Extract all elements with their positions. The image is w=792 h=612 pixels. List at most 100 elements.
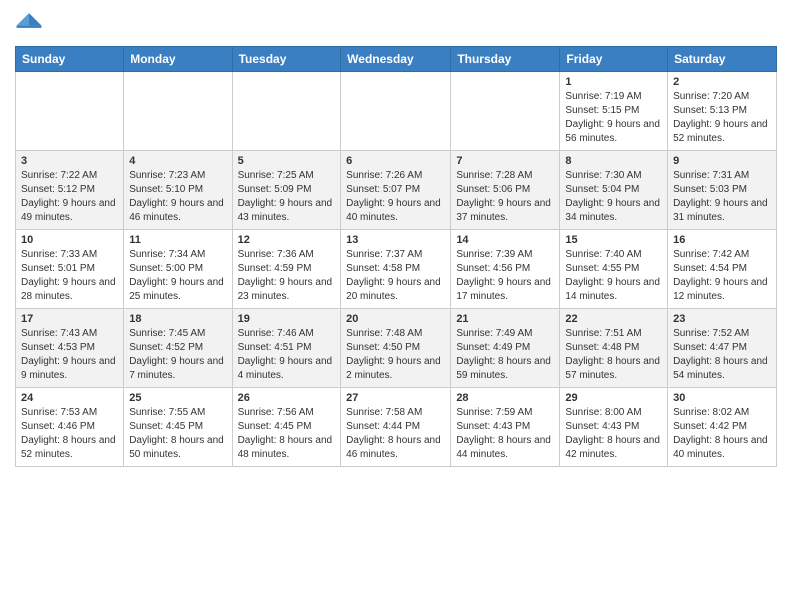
day-number: 2 [673,76,771,88]
day-number: 6 [346,155,445,167]
calendar-cell [16,72,124,151]
day-info: Sunrise: 7:46 AM Sunset: 4:51 PM Dayligh… [238,327,336,383]
calendar-cell: 8 Sunrise: 7:30 AM Sunset: 5:04 PM Daylig… [560,151,668,230]
day-info: Sunrise: 7:23 AM Sunset: 5:10 PM Dayligh… [129,169,226,225]
calendar-cell: 7 Sunrise: 7:28 AM Sunset: 5:06 PM Daylig… [451,151,560,230]
day-info: Sunrise: 7:59 AM Sunset: 4:43 PM Dayligh… [456,406,554,462]
logo-icon [15,10,43,38]
calendar-cell: 16 Sunrise: 7:42 AM Sunset: 4:54 PM Dayli… [668,230,777,309]
col-header-thursday: Thursday [451,47,560,72]
day-number: 7 [456,155,554,167]
calendar-cell: 21Sunrise: 7:49 AM Sunset: 4:49 PM Dayli… [451,309,560,388]
calendar-cell: 27 Sunrise: 7:58 AM Sunset: 4:44 PM Dayli… [341,388,451,467]
calendar-cell [124,72,232,151]
day-number: 18 [129,313,226,325]
col-header-saturday: Saturday [668,47,777,72]
calendar-cell: 30Sunrise: 8:02 AM Sunset: 4:42 PM Dayli… [668,388,777,467]
calendar-cell: 19 Sunrise: 7:46 AM Sunset: 4:51 PM Dayli… [232,309,341,388]
day-number: 26 [238,392,336,404]
day-number: 22 [565,313,662,325]
day-info: Sunrise: 7:19 AM Sunset: 5:15 PM Dayligh… [565,90,662,146]
day-info: Sunrise: 7:48 AM Sunset: 4:50 PM Dayligh… [346,327,445,383]
calendar-row-week-2: 3 Sunrise: 7:22 AM Sunset: 5:12 PM Daylig… [16,151,777,230]
day-info: Sunrise: 7:39 AM Sunset: 4:56 PM Dayligh… [456,248,554,304]
day-number: 10 [21,234,118,246]
day-info: Sunrise: 7:28 AM Sunset: 5:06 PM Dayligh… [456,169,554,225]
day-info: Sunrise: 7:25 AM Sunset: 5:09 PM Dayligh… [238,169,336,225]
col-header-monday: Monday [124,47,232,72]
day-info: Sunrise: 7:52 AM Sunset: 4:47 PM Dayligh… [673,327,771,383]
calendar-cell: 20 Sunrise: 7:48 AM Sunset: 4:50 PM Dayli… [341,309,451,388]
calendar-cell: 24 Sunrise: 7:53 AM Sunset: 4:46 PM Dayli… [16,388,124,467]
calendar-cell: 2 Sunrise: 7:20 AM Sunset: 5:13 PM Daylig… [668,72,777,151]
calendar-cell: 25Sunrise: 7:55 AM Sunset: 4:45 PM Dayli… [124,388,232,467]
day-info: Sunrise: 7:40 AM Sunset: 4:55 PM Dayligh… [565,248,662,304]
day-info: Sunrise: 7:36 AM Sunset: 4:59 PM Dayligh… [238,248,336,304]
calendar-row-week-5: 24 Sunrise: 7:53 AM Sunset: 4:46 PM Dayli… [16,388,777,467]
day-info: Sunrise: 8:00 AM Sunset: 4:43 PM Dayligh… [565,406,662,462]
day-number: 8 [565,155,662,167]
day-number: 28 [456,392,554,404]
day-number: 23 [673,313,771,325]
day-info: Sunrise: 7:51 AM Sunset: 4:48 PM Dayligh… [565,327,662,383]
day-number: 20 [346,313,445,325]
calendar-row-week-1: 1 Sunrise: 7:19 AM Sunset: 5:15 PM Daylig… [16,72,777,151]
day-number: 13 [346,234,445,246]
day-number: 27 [346,392,445,404]
calendar-cell: 23 Sunrise: 7:52 AM Sunset: 4:47 PM Dayli… [668,309,777,388]
day-info: Sunrise: 7:22 AM Sunset: 5:12 PM Dayligh… [21,169,118,225]
day-info: Sunrise: 7:43 AM Sunset: 4:53 PM Dayligh… [21,327,118,383]
calendar-cell: 6 Sunrise: 7:26 AM Sunset: 5:07 PM Daylig… [341,151,451,230]
day-number: 24 [21,392,118,404]
calendar-cell: 13Sunrise: 7:37 AM Sunset: 4:58 PM Dayli… [341,230,451,309]
calendar-cell [232,72,341,151]
page: SundayMondayTuesdayWednesdayThursdayFrid… [0,0,792,482]
day-number: 19 [238,313,336,325]
calendar-cell: 9 Sunrise: 7:31 AM Sunset: 5:03 PM Daylig… [668,151,777,230]
day-info: Sunrise: 7:55 AM Sunset: 4:45 PM Dayligh… [129,406,226,462]
calendar-cell: 28 Sunrise: 7:59 AM Sunset: 4:43 PM Dayli… [451,388,560,467]
header [15,10,777,38]
calendar-cell [451,72,560,151]
col-header-wednesday: Wednesday [341,47,451,72]
calendar-cell: 1 Sunrise: 7:19 AM Sunset: 5:15 PM Daylig… [560,72,668,151]
calendar-cell: 12Sunrise: 7:36 AM Sunset: 4:59 PM Dayli… [232,230,341,309]
day-info: Sunrise: 7:33 AM Sunset: 5:01 PM Dayligh… [21,248,118,304]
day-number: 17 [21,313,118,325]
calendar-cell: 29 Sunrise: 8:00 AM Sunset: 4:43 PM Dayli… [560,388,668,467]
calendar-cell: 22 Sunrise: 7:51 AM Sunset: 4:48 PM Dayli… [560,309,668,388]
day-number: 9 [673,155,771,167]
day-number: 30 [673,392,771,404]
day-number: 14 [456,234,554,246]
day-info: Sunrise: 7:49 AM Sunset: 4:49 PM Dayligh… [456,327,554,383]
calendar-cell: 17 Sunrise: 7:43 AM Sunset: 4:53 PM Dayli… [16,309,124,388]
calendar-cell: 5 Sunrise: 7:25 AM Sunset: 5:09 PM Daylig… [232,151,341,230]
col-header-tuesday: Tuesday [232,47,341,72]
day-number: 16 [673,234,771,246]
logo [15,10,45,38]
day-number: 1 [565,76,662,88]
calendar-cell: 11 Sunrise: 7:34 AM Sunset: 5:00 PM Dayli… [124,230,232,309]
calendar-cell: 4 Sunrise: 7:23 AM Sunset: 5:10 PM Daylig… [124,151,232,230]
calendar-cell: 18Sunrise: 7:45 AM Sunset: 4:52 PM Dayli… [124,309,232,388]
calendar-cell: 14 Sunrise: 7:39 AM Sunset: 4:56 PM Dayli… [451,230,560,309]
day-info: Sunrise: 7:34 AM Sunset: 5:00 PM Dayligh… [129,248,226,304]
day-number: 11 [129,234,226,246]
day-number: 29 [565,392,662,404]
day-info: Sunrise: 7:30 AM Sunset: 5:04 PM Dayligh… [565,169,662,225]
day-number: 4 [129,155,226,167]
calendar-cell [341,72,451,151]
day-info: Sunrise: 7:20 AM Sunset: 5:13 PM Dayligh… [673,90,771,146]
day-number: 5 [238,155,336,167]
day-info: Sunrise: 7:31 AM Sunset: 5:03 PM Dayligh… [673,169,771,225]
day-info: Sunrise: 7:58 AM Sunset: 4:44 PM Dayligh… [346,406,445,462]
calendar-row-week-4: 17 Sunrise: 7:43 AM Sunset: 4:53 PM Dayli… [16,309,777,388]
col-header-sunday: Sunday [16,47,124,72]
calendar-cell: 26Sunrise: 7:56 AM Sunset: 4:45 PM Dayli… [232,388,341,467]
calendar-cell: 15Sunrise: 7:40 AM Sunset: 4:55 PM Dayli… [560,230,668,309]
calendar-cell: 3 Sunrise: 7:22 AM Sunset: 5:12 PM Daylig… [16,151,124,230]
day-number: 3 [21,155,118,167]
day-info: Sunrise: 7:53 AM Sunset: 4:46 PM Dayligh… [21,406,118,462]
day-info: Sunrise: 7:42 AM Sunset: 4:54 PM Dayligh… [673,248,771,304]
day-info: Sunrise: 7:26 AM Sunset: 5:07 PM Dayligh… [346,169,445,225]
